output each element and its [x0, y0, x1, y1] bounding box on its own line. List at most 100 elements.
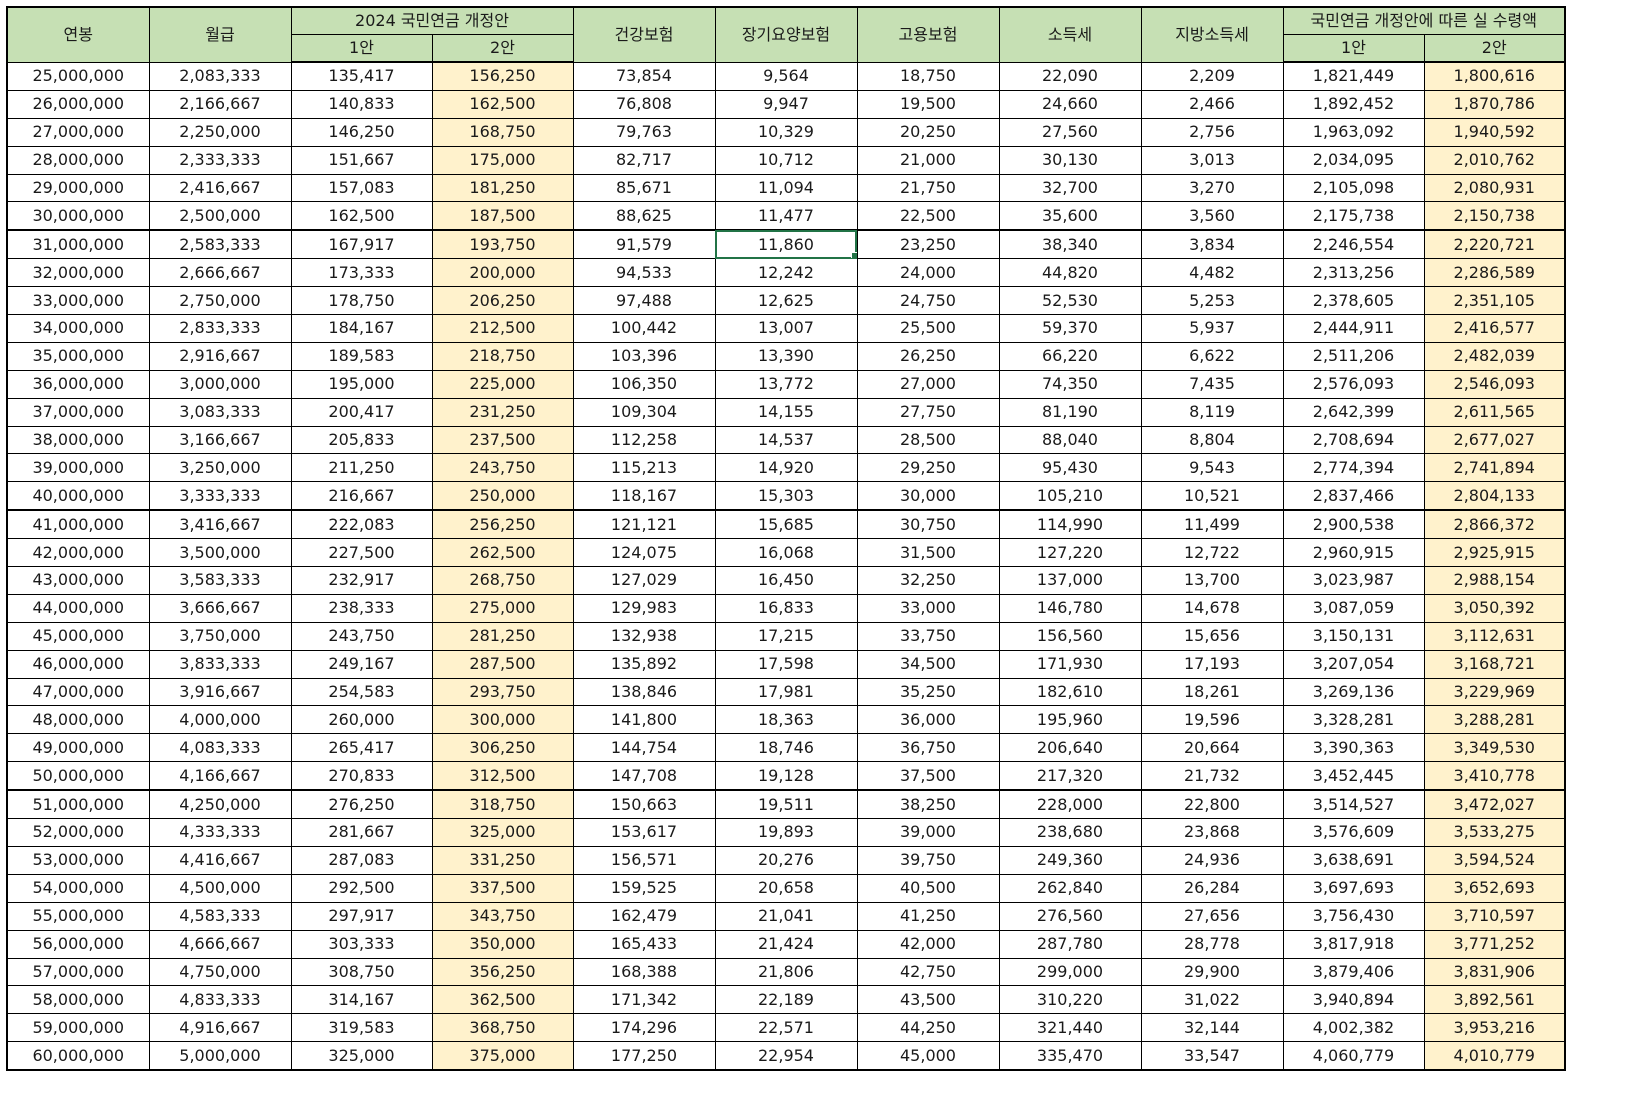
cell-net-plan2[interactable]: 2,546,093: [1423, 369, 1566, 399]
cell-employment[interactable]: 31,500: [856, 538, 1000, 568]
cell-salary[interactable]: 47,000,000: [6, 677, 150, 707]
cell-salary[interactable]: 25,000,000: [6, 61, 150, 91]
cell-salary[interactable]: 51,000,000: [6, 789, 150, 820]
cell-health[interactable]: 85,671: [572, 173, 716, 203]
cell-salary[interactable]: 39,000,000: [6, 453, 150, 483]
cell-monthly[interactable]: 2,750,000: [148, 286, 292, 316]
cell-income-tax[interactable]: 127,220: [998, 538, 1142, 568]
cell-health[interactable]: 118,167: [572, 481, 716, 511]
cell-local-tax[interactable]: 2,209: [1140, 61, 1284, 91]
cell-income-tax[interactable]: 310,220: [998, 985, 1142, 1015]
cell-local-tax[interactable]: 26,284: [1140, 873, 1284, 903]
cell-employment[interactable]: 32,250: [856, 566, 1000, 595]
cell-longterm[interactable]: 13,390: [714, 341, 858, 371]
cell-net-plan2[interactable]: 3,771,252: [1423, 929, 1566, 959]
cell-longterm[interactable]: 16,833: [714, 593, 858, 623]
cell-net-plan2[interactable]: 3,594,524: [1423, 845, 1566, 875]
cell-employment[interactable]: 27,000: [856, 369, 1000, 399]
cell-employment[interactable]: 35,250: [856, 677, 1000, 707]
cell-health[interactable]: 141,800: [572, 705, 716, 735]
cell-pension-plan1[interactable]: 178,750: [290, 286, 433, 316]
fill-handle[interactable]: [850, 252, 856, 258]
cell-net-plan1[interactable]: 3,697,693: [1282, 873, 1425, 903]
cell-pension-plan1[interactable]: 303,333: [290, 929, 433, 959]
cell-longterm[interactable]: 21,424: [714, 929, 858, 959]
cell-employment[interactable]: 18,750: [856, 61, 1000, 91]
cell-salary[interactable]: 34,000,000: [6, 314, 150, 343]
cell-income-tax[interactable]: 30,130: [998, 145, 1142, 175]
cell-pension-plan1[interactable]: 200,417: [290, 397, 433, 427]
cell-salary[interactable]: 41,000,000: [6, 509, 150, 540]
cell-net-plan2[interactable]: 3,472,027: [1423, 789, 1566, 820]
cell-longterm[interactable]: 16,450: [714, 566, 858, 595]
cell-health[interactable]: 162,479: [572, 901, 716, 931]
cell-pension-plan2[interactable]: 243,750: [431, 453, 574, 483]
cell-pension-plan1[interactable]: 281,667: [290, 818, 433, 847]
cell-pension-plan2[interactable]: 231,250: [431, 397, 574, 427]
cell-salary[interactable]: 33,000,000: [6, 286, 150, 316]
cell-pension-plan1[interactable]: 243,750: [290, 621, 433, 651]
cell-local-tax[interactable]: 13,700: [1140, 566, 1284, 595]
cell-monthly[interactable]: 4,333,333: [148, 818, 292, 847]
cell-pension-plan2[interactable]: 206,250: [431, 286, 574, 316]
cell-health[interactable]: 103,396: [572, 341, 716, 371]
cell-health[interactable]: 174,296: [572, 1013, 716, 1043]
cell-net-plan2[interactable]: 2,080,931: [1423, 173, 1566, 203]
cell-net-plan1[interactable]: 4,060,779: [1282, 1041, 1425, 1072]
cell-income-tax[interactable]: 287,780: [998, 929, 1142, 959]
cell-health[interactable]: 147,708: [572, 761, 716, 791]
cell-longterm[interactable]: 13,772: [714, 369, 858, 399]
cell-health[interactable]: 132,938: [572, 621, 716, 651]
cell-employment[interactable]: 30,000: [856, 481, 1000, 511]
cell-income-tax[interactable]: 74,350: [998, 369, 1142, 399]
cell-pension-plan1[interactable]: 227,500: [290, 538, 433, 568]
cell-local-tax[interactable]: 10,521: [1140, 481, 1284, 511]
cell-net-plan1[interactable]: 3,817,918: [1282, 929, 1425, 959]
cell-monthly[interactable]: 3,333,333: [148, 481, 292, 511]
cell-monthly[interactable]: 4,666,667: [148, 929, 292, 959]
header-plan2[interactable]: 2안: [431, 34, 574, 63]
cell-monthly[interactable]: 2,583,333: [148, 229, 292, 260]
cell-net-plan1[interactable]: 2,960,915: [1282, 538, 1425, 568]
cell-local-tax[interactable]: 8,119: [1140, 397, 1284, 427]
cell-net-plan2[interactable]: 3,831,906: [1423, 957, 1566, 987]
cell-longterm[interactable]: 10,712: [714, 145, 858, 175]
cell-local-tax[interactable]: 6,622: [1140, 341, 1284, 371]
cell-pension-plan2[interactable]: 306,250: [431, 733, 574, 763]
cell-net-plan2[interactable]: 2,351,105: [1423, 286, 1566, 316]
cell-monthly[interactable]: 2,916,667: [148, 341, 292, 371]
cell-monthly[interactable]: 4,916,667: [148, 1013, 292, 1043]
cell-monthly[interactable]: 4,000,000: [148, 705, 292, 735]
cell-pension-plan1[interactable]: 292,500: [290, 873, 433, 903]
cell-pension-plan2[interactable]: 281,250: [431, 621, 574, 651]
cell-pension-plan1[interactable]: 157,083: [290, 173, 433, 203]
cell-employment[interactable]: 24,750: [856, 286, 1000, 316]
cell-monthly[interactable]: 3,750,000: [148, 621, 292, 651]
cell-local-tax[interactable]: 7,435: [1140, 369, 1284, 399]
cell-salary[interactable]: 45,000,000: [6, 621, 150, 651]
cell-local-tax[interactable]: 5,253: [1140, 286, 1284, 316]
cell-longterm[interactable]: 21,041: [714, 901, 858, 931]
cell-pension-plan1[interactable]: 276,250: [290, 789, 433, 820]
cell-local-tax[interactable]: 11,499: [1140, 509, 1284, 540]
cell-health[interactable]: 177,250: [572, 1041, 716, 1072]
cell-health[interactable]: 138,846: [572, 677, 716, 707]
cell-income-tax[interactable]: 195,960: [998, 705, 1142, 735]
cell-income-tax[interactable]: 146,780: [998, 593, 1142, 623]
cell-monthly[interactable]: 2,416,667: [148, 173, 292, 203]
cell-longterm[interactable]: 10,329: [714, 117, 858, 147]
cell-net-plan2[interactable]: 3,892,561: [1423, 985, 1566, 1015]
cell-employment[interactable]: 41,250: [856, 901, 1000, 931]
cell-salary[interactable]: 35,000,000: [6, 341, 150, 371]
cell-net-plan1[interactable]: 2,576,093: [1282, 369, 1425, 399]
cell-longterm[interactable]: 20,276: [714, 845, 858, 875]
cell-pension-plan2[interactable]: 325,000: [431, 818, 574, 847]
cell-net-plan1[interactable]: 2,708,694: [1282, 425, 1425, 455]
cell-salary[interactable]: 59,000,000: [6, 1013, 150, 1043]
cell-local-tax[interactable]: 3,013: [1140, 145, 1284, 175]
cell-pension-plan2[interactable]: 156,250: [431, 61, 574, 91]
cell-health[interactable]: 135,892: [572, 649, 716, 679]
cell-income-tax[interactable]: 95,430: [998, 453, 1142, 483]
cell-net-plan2[interactable]: 3,112,631: [1423, 621, 1566, 651]
cell-income-tax[interactable]: 182,610: [998, 677, 1142, 707]
